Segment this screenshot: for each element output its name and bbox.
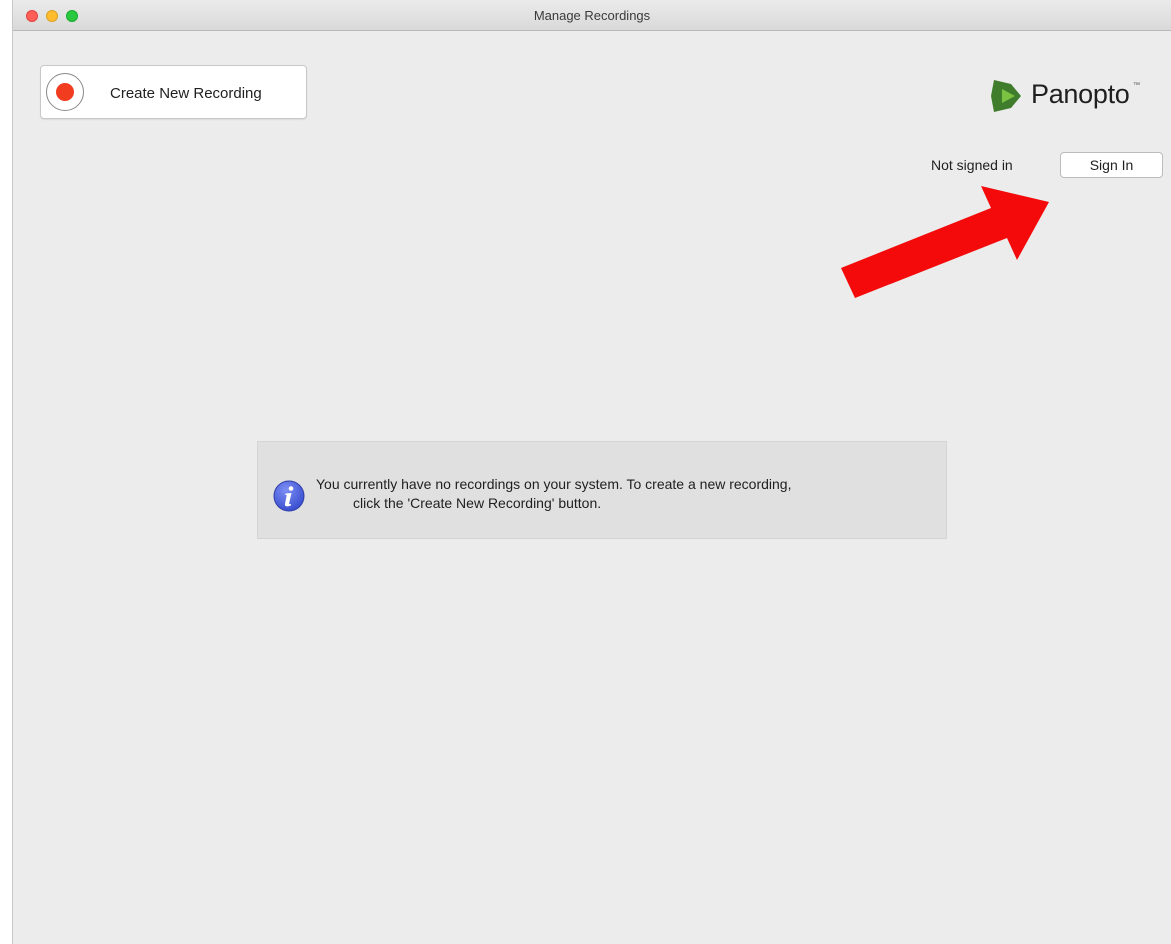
empty-state-text-line2: click the 'Create New Recording' button. [353,495,602,511]
create-new-recording-button[interactable]: Create New Recording [40,65,307,119]
title-bar[interactable]: Manage Recordings [13,0,1171,31]
window-title: Manage Recordings [533,8,651,23]
trademark-symbol: ™ [1133,82,1140,89]
empty-state-text-line1: You currently have no recordings on your… [316,476,792,492]
sign-in-button[interactable]: Sign In [1060,152,1163,178]
record-icon [46,73,84,111]
manage-recordings-window: Manage Recordings Create New Recording P… [12,0,1171,944]
panopto-logo-icon [991,80,1021,112]
annotation-arrow-icon [841,186,1049,298]
panopto-wordmark: Panopto [1031,79,1130,109]
sign-in-status: Not signed in [931,157,1013,173]
info-icon [273,480,305,512]
create-new-recording-label: Create New Recording [110,85,262,102]
empty-state-message: You currently have no recordings on your… [257,441,947,539]
